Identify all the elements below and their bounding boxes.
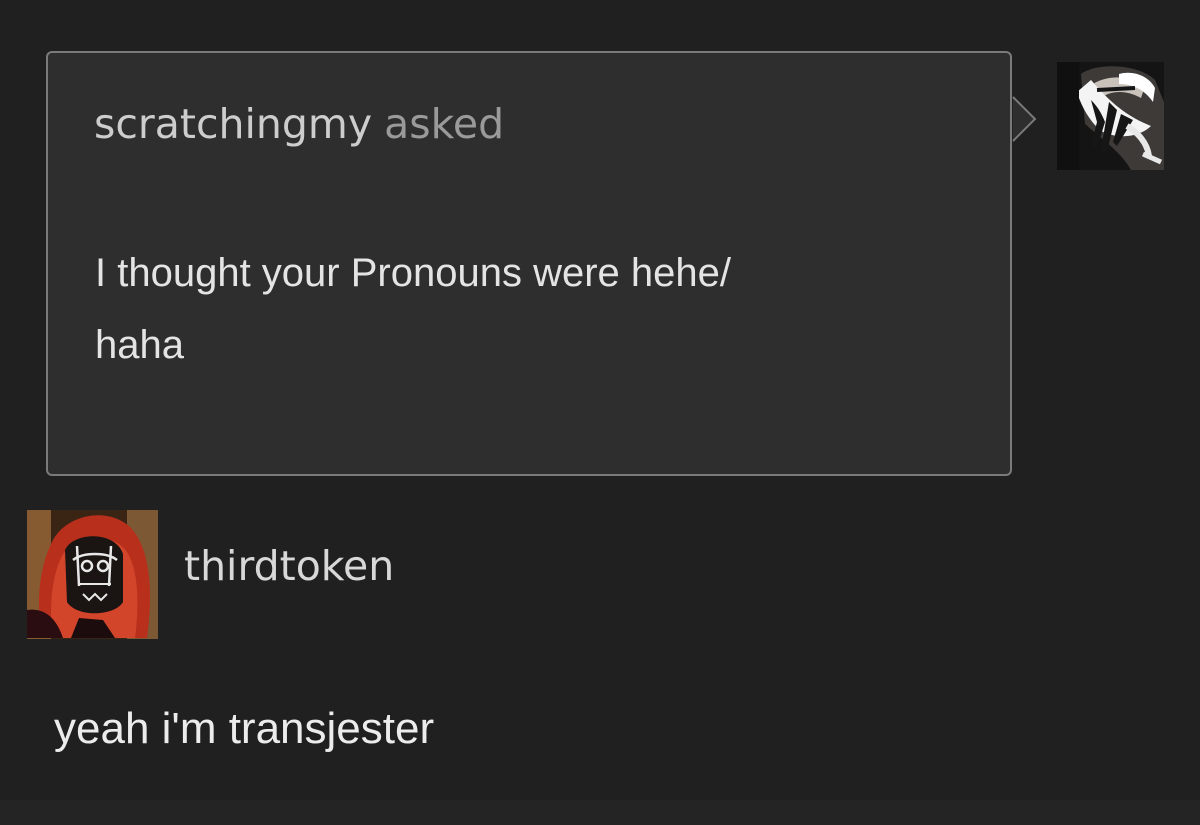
asker-username-link[interactable]: scratchingmy xyxy=(94,100,372,148)
answer-text: yeah i'm transjester xyxy=(54,704,435,753)
question-line-1: I thought your Pronouns were hehe/ xyxy=(95,251,731,295)
red-haired-masked-avatar-icon xyxy=(27,510,158,639)
page-footer-strip xyxy=(0,800,1200,825)
ask-header: scratchingmy asked xyxy=(94,99,504,149)
asker-avatar[interactable] xyxy=(1057,62,1164,170)
masked-face-avatar-icon xyxy=(1057,62,1164,170)
answerer-username-link[interactable]: thirdtoken xyxy=(184,540,394,592)
question-text: I thought your Pronouns were hehe/haha xyxy=(95,237,975,381)
ask-box-pointer xyxy=(1012,96,1037,142)
asked-label: asked xyxy=(384,100,505,148)
question-line-2: haha xyxy=(95,323,184,367)
ask-box: scratchingmy asked I thought your Pronoun… xyxy=(46,51,1012,476)
answerer-avatar[interactable] xyxy=(27,510,158,639)
